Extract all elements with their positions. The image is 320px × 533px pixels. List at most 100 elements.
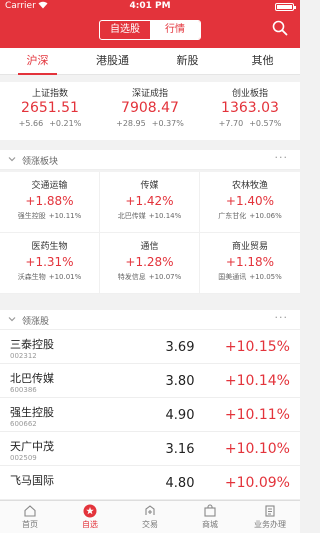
index-card[interactable]: 创业板指 1363.03 +7.70 +0.57% (200, 82, 300, 140)
index-name: 上证指数 (31, 89, 68, 99)
nav-trade[interactable]: 交易 (120, 501, 180, 533)
sector-name: 传媒 (140, 181, 159, 191)
tab-other[interactable]: 其他 (225, 48, 300, 74)
leader-name: 沃森生物 (17, 273, 46, 281)
sector-card[interactable]: 传媒 +1.42% 北巴传媒 +10.14% (100, 172, 200, 233)
nav-home[interactable]: 首页 (0, 501, 60, 533)
stock-name: 强生控股 (10, 406, 54, 419)
business-icon (265, 505, 275, 517)
leader-name: 国美通讯 (218, 273, 247, 281)
leader-percent: +10.06% (249, 212, 282, 220)
more-icon[interactable]: ··· (275, 151, 289, 164)
sector-percent: +1.18% (225, 255, 275, 269)
nav-mall[interactable]: 商城 (180, 501, 240, 533)
stock-name: 飞马国际 (10, 474, 54, 487)
segment-control: 自选股 行情 (99, 20, 201, 40)
segment-market[interactable]: 行情 (150, 21, 200, 39)
nav-watchlist[interactable]: 自选 (60, 501, 120, 533)
chevron-down-icon (8, 157, 16, 162)
stock-price: 3.69 (165, 340, 195, 355)
leader-percent: +10.14% (148, 212, 182, 220)
nav-label: 商城 (202, 520, 218, 529)
stock-row[interactable]: 北巴传媒 600386 3.80 +10.14% (0, 364, 300, 398)
stock-change: +10.11% (224, 407, 290, 423)
sector-card[interactable]: 商业贸易 +1.18% 国美通讯 +10.05% (200, 233, 300, 294)
stock-price: 3.80 (165, 374, 195, 389)
sector-section-header[interactable]: 领涨板块 ··· (0, 150, 300, 170)
index-change-percent: +0.37% (151, 119, 184, 128)
index-value: 2651.51 (21, 100, 79, 116)
leader-percent: +10.05% (249, 273, 282, 281)
sector-leader: 国美通讯 +10.05% (200, 272, 300, 282)
leader-name: 强生控股 (17, 212, 46, 220)
stock-price: 3.16 (165, 442, 195, 457)
tab-hushen[interactable]: 沪深 (0, 48, 75, 75)
star-icon (83, 504, 97, 518)
sector-percent: +1.42% (125, 194, 174, 208)
stock-row[interactable]: 强生控股 600662 4.90 +10.11% (0, 398, 300, 432)
sector-card[interactable]: 通信 +1.28% 特发信息 +10.07% (100, 233, 200, 294)
index-change-points: +7.70 (218, 119, 244, 128)
index-card[interactable]: 上证指数 2651.51 +5.66 +0.21% (0, 82, 100, 140)
stock-change: +10.10% (224, 441, 290, 457)
stock-list: 三泰控股 002312 3.69 +10.15% 北巴传媒 600386 3.8… (0, 330, 300, 500)
nav-label: 业务办理 (254, 520, 286, 529)
sector-name: 医药生物 (31, 242, 68, 252)
leader-name: 北巴传媒 (117, 212, 146, 220)
segment-watchlist[interactable]: 自选股 (100, 21, 150, 39)
stock-code: 600386 (10, 386, 37, 394)
index-value: 7908.47 (121, 100, 179, 116)
stock-code: 600662 (10, 420, 37, 428)
leader-name: 特发信息 (117, 273, 146, 281)
sector-card[interactable]: 医药生物 +1.31% 沃森生物 +10.01% (0, 233, 100, 294)
sector-name: 通信 (140, 242, 159, 252)
leader-percent: +10.11% (48, 212, 82, 220)
index-change-points: +5.66 (18, 119, 44, 128)
sector-leader: 特发信息 +10.07% (100, 272, 199, 282)
nav-business[interactable]: 业务办理 (240, 501, 300, 533)
index-change-percent: +0.21% (49, 119, 82, 128)
sector-grid: 交通运输 +1.88% 强生控股 +10.11% 传媒 +1.42% 北巴传媒 +1… (0, 172, 300, 294)
index-name: 深证成指 (131, 89, 168, 99)
section-title: 领涨板块 (22, 157, 59, 167)
sector-card[interactable]: 交通运输 +1.88% 强生控股 +10.11% (0, 172, 100, 233)
stock-row[interactable]: 天广中茂 002509 3.16 +10.10% (0, 432, 300, 466)
status-bar: Carrier 4:01 PM (0, 0, 300, 14)
battery-icon (275, 3, 296, 11)
tab-ganggutong[interactable]: 港股通 (75, 48, 150, 74)
stock-row[interactable]: 飞马国际 4.80 +10.09% (0, 466, 300, 500)
nav-label: 自选 (82, 520, 98, 529)
stock-code: 002509 (10, 454, 37, 462)
stock-change: +10.09% (224, 475, 290, 491)
index-card[interactable]: 深证成指 7908.47 +28.95 +0.37% (100, 82, 200, 140)
section-title: 领涨股 (22, 317, 50, 327)
stock-section-header[interactable]: 领涨股 ··· (0, 310, 300, 330)
index-name: 创业板指 (231, 89, 268, 99)
stock-change: +10.15% (224, 339, 290, 355)
sector-card[interactable]: 农林牧渔 +1.40% 广东甘化 +10.06% (200, 172, 300, 233)
more-icon[interactable]: ··· (275, 311, 289, 324)
stock-price: 4.90 (165, 408, 195, 423)
sector-name: 商业贸易 (231, 242, 268, 252)
sector-leader: 沃森生物 +10.01% (0, 272, 99, 282)
mall-icon (204, 504, 216, 517)
nav-label: 首页 (22, 520, 38, 529)
tab-new-stocks[interactable]: 新股 (150, 48, 225, 74)
sector-leader: 北巴传媒 +10.14% (100, 211, 199, 221)
index-change-percent: +0.57% (249, 119, 282, 128)
stock-code: 002312 (10, 352, 37, 360)
stock-row[interactable]: 三泰控股 002312 3.69 +10.15% (0, 330, 300, 364)
leader-percent: +10.07% (148, 273, 182, 281)
trade-icon (145, 505, 155, 515)
sector-percent: +1.40% (225, 194, 275, 208)
index-panel: 上证指数 2651.51 +5.66 +0.21% 深证成指 7908.47 +2… (0, 82, 300, 140)
stock-name: 天广中茂 (10, 440, 54, 453)
sector-leader: 强生控股 +10.11% (0, 211, 99, 221)
nav-label: 交易 (142, 520, 158, 529)
sector-leader: 广东甘化 +10.06% (200, 211, 300, 221)
sector-percent: +1.28% (125, 255, 174, 269)
search-icon[interactable] (272, 20, 288, 36)
sector-percent: +1.88% (25, 194, 74, 208)
market-tabs: 沪深 港股通 新股 其他 (0, 48, 300, 75)
sector-name: 农林牧渔 (231, 181, 268, 191)
